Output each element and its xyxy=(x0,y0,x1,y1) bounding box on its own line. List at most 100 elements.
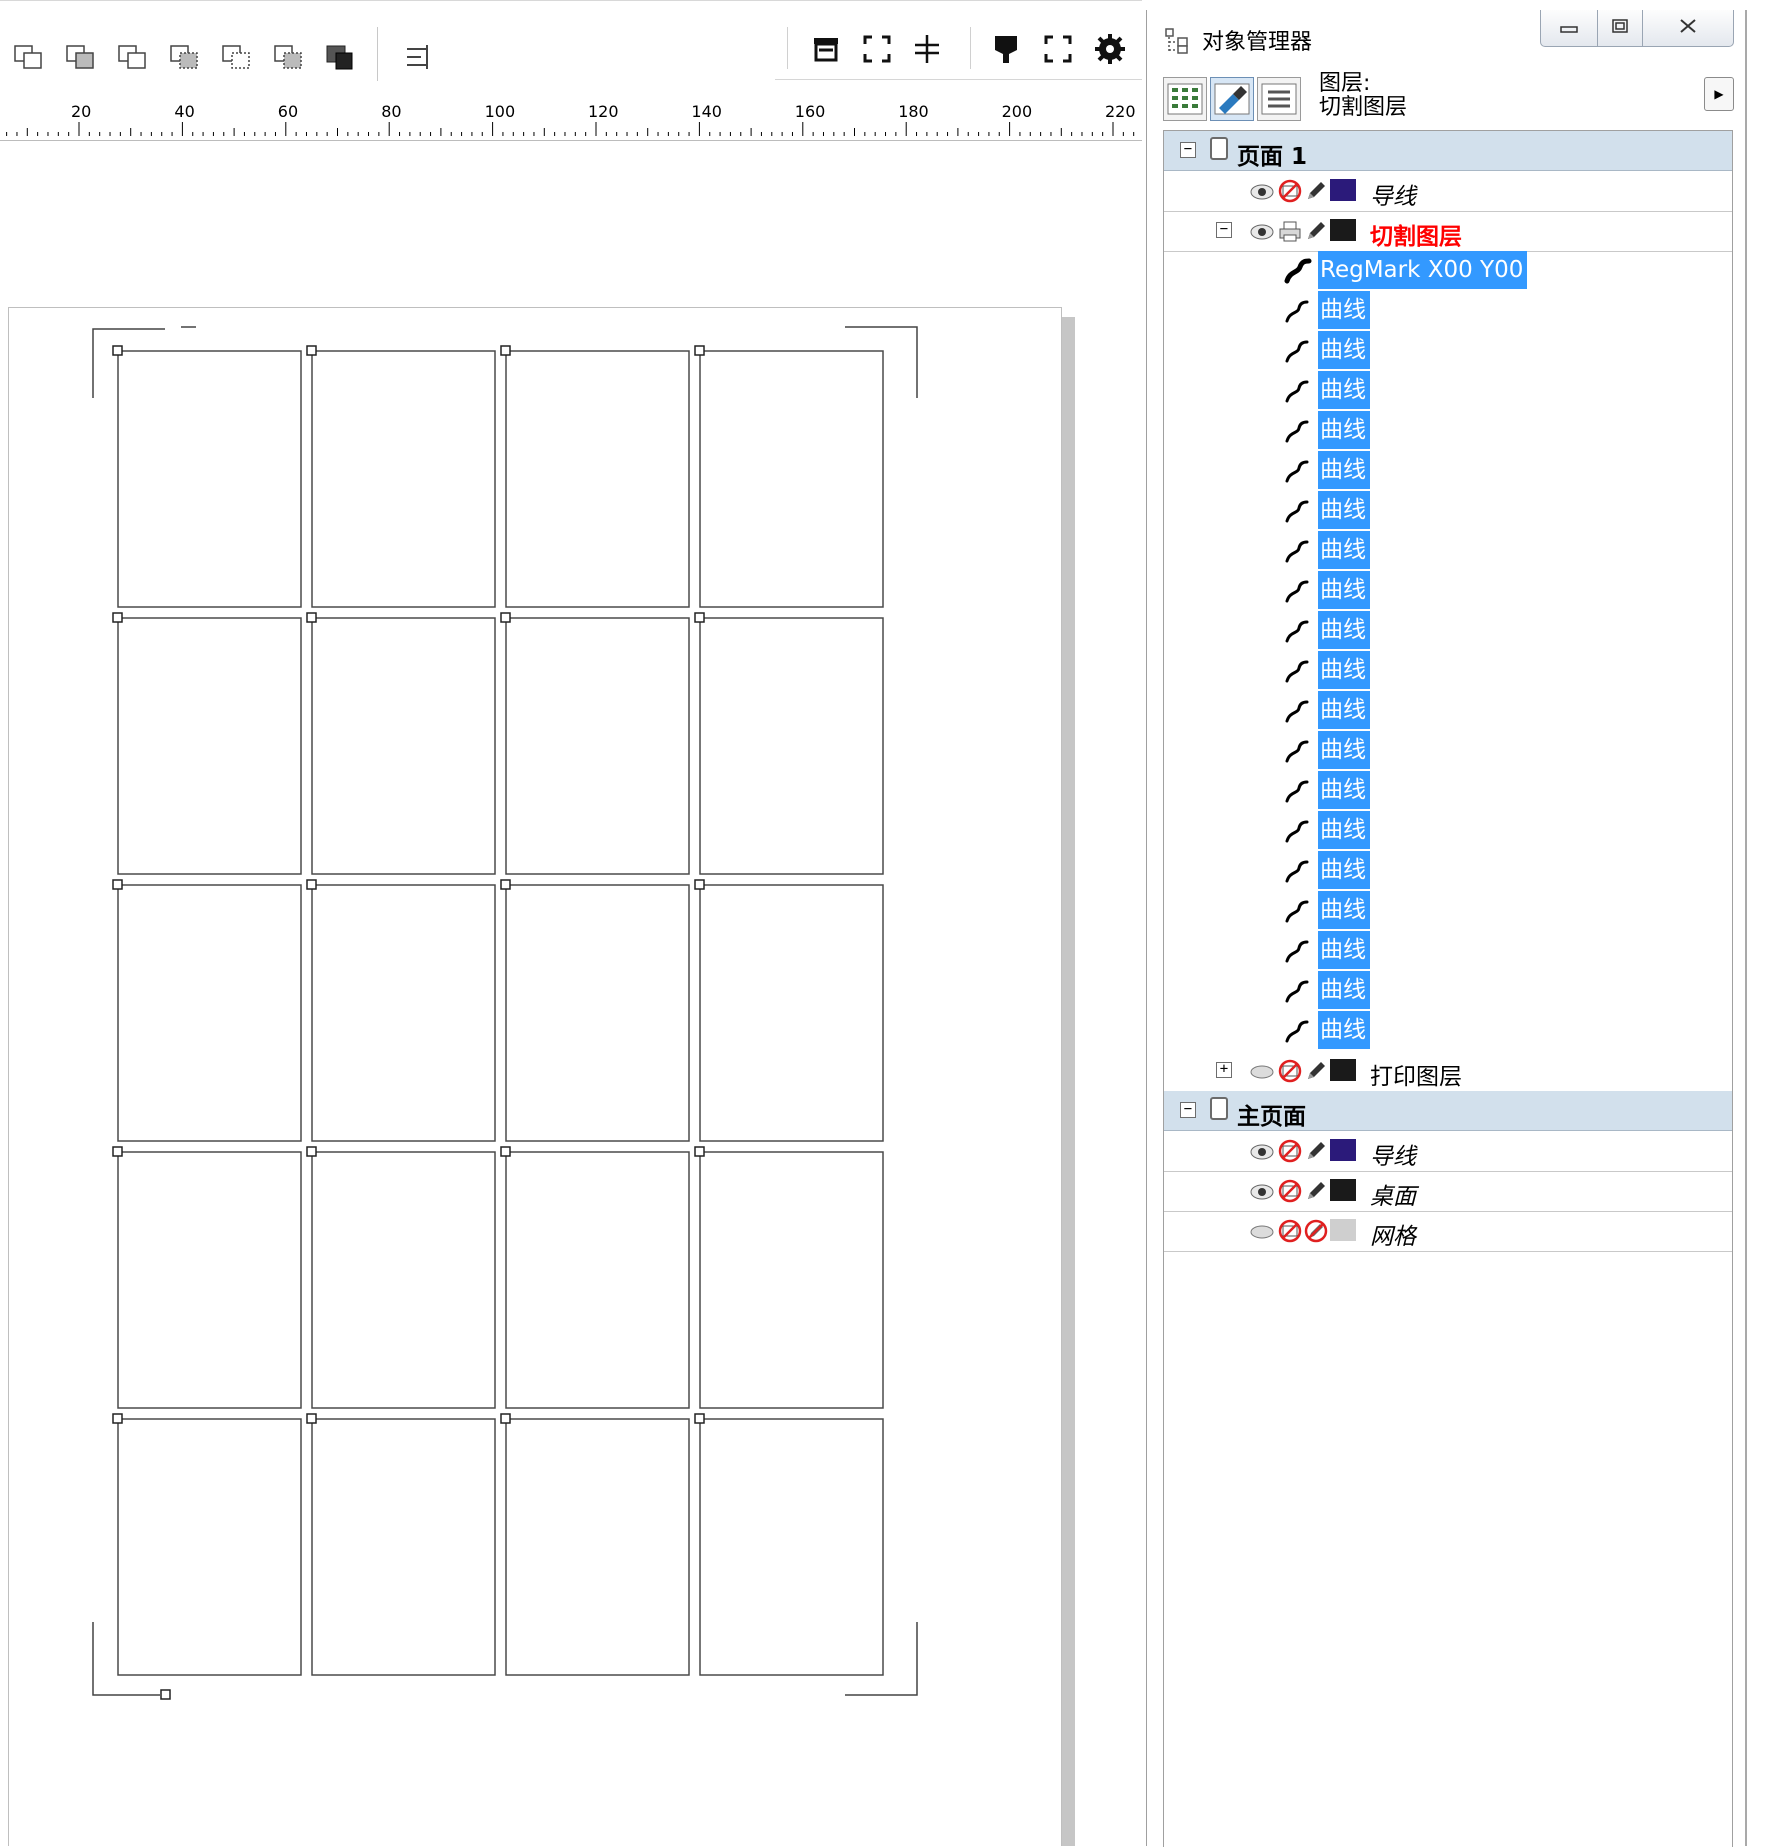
node-handle[interactable] xyxy=(306,612,317,623)
object-label[interactable]: 曲线 xyxy=(1318,451,1370,489)
page-row[interactable]: − 主页面 xyxy=(1164,1091,1732,1131)
object-label[interactable]: RegMark X00 Y00 xyxy=(1318,251,1528,289)
node-handle[interactable] xyxy=(500,1146,511,1157)
object-label[interactable]: 曲线 xyxy=(1318,531,1370,569)
object-label[interactable]: 曲线 xyxy=(1318,731,1370,769)
print-disabled-icon[interactable] xyxy=(1278,1139,1302,1167)
eye-closed-icon[interactable] xyxy=(1250,1063,1274,1085)
object-label[interactable]: 曲线 xyxy=(1318,291,1370,329)
object-label[interactable]: 曲线 xyxy=(1318,891,1370,929)
cut-cell[interactable] xyxy=(505,884,690,1142)
shaping-trim-icon[interactable] xyxy=(60,37,100,77)
registration-mark[interactable] xyxy=(845,1622,918,1696)
print-disabled-icon[interactable] xyxy=(1278,179,1302,207)
node-handle[interactable] xyxy=(500,612,511,623)
object-row[interactable]: 曲线 xyxy=(1164,571,1732,611)
cut-cell[interactable] xyxy=(699,1418,884,1676)
layer-row[interactable]: 导线 xyxy=(1164,1131,1732,1172)
object-row[interactable]: 曲线 xyxy=(1164,971,1732,1011)
align-distribute-icon[interactable] xyxy=(397,37,437,77)
expand-toggle[interactable]: − xyxy=(1216,222,1232,238)
eye-icon[interactable] xyxy=(1250,1183,1274,1205)
node-handle[interactable] xyxy=(694,1413,705,1424)
object-row[interactable]: 曲线 xyxy=(1164,691,1732,731)
node-handle[interactable] xyxy=(500,879,511,890)
cut-cell[interactable] xyxy=(505,1151,690,1409)
node-handle[interactable] xyxy=(112,345,123,356)
print-disabled-icon[interactable] xyxy=(1278,1179,1302,1207)
object-row[interactable]: 曲线 xyxy=(1164,451,1732,491)
pencil-icon[interactable] xyxy=(1304,219,1328,247)
cut-cell[interactable] xyxy=(117,1418,302,1676)
cut-cell[interactable] xyxy=(117,617,302,875)
object-row[interactable]: 曲线 xyxy=(1164,1011,1732,1051)
close-button[interactable] xyxy=(1642,10,1734,47)
pencil-icon[interactable] xyxy=(1304,1139,1328,1167)
layer-row[interactable]: 桌面 xyxy=(1164,1171,1732,1212)
cut-cell[interactable] xyxy=(505,350,690,608)
registration-mark[interactable] xyxy=(92,328,165,398)
layer-name[interactable]: 导线 xyxy=(1370,1137,1416,1171)
pencil-icon[interactable] xyxy=(1304,179,1328,207)
collapse-toggle[interactable]: − xyxy=(1180,142,1196,158)
object-row[interactable]: 曲线 xyxy=(1164,811,1732,851)
object-label[interactable]: 曲线 xyxy=(1318,771,1370,809)
layer-color-swatch[interactable] xyxy=(1330,1179,1356,1201)
eye-icon[interactable] xyxy=(1250,1143,1274,1165)
cut-cell[interactable] xyxy=(117,1151,302,1409)
horizontal-ruler[interactable]: 20 40 60 80 100 120 140 160 180 200 220 xyxy=(0,90,1142,141)
cut-cell[interactable] xyxy=(311,350,496,608)
object-row[interactable]: 曲线 xyxy=(1164,851,1732,891)
object-label[interactable]: 曲线 xyxy=(1318,611,1370,649)
layer-row[interactable]: − 切割图层 xyxy=(1164,211,1732,252)
node-handle[interactable] xyxy=(694,612,705,623)
plotter-icon[interactable] xyxy=(806,29,846,69)
shaping-front-minus-back-icon[interactable] xyxy=(216,37,256,77)
page-row[interactable]: − 页面 1 xyxy=(1164,131,1732,171)
cut-cell[interactable] xyxy=(311,1418,496,1676)
object-label[interactable]: 曲线 xyxy=(1318,931,1370,969)
drawing-canvas[interactable] xyxy=(0,141,1142,1846)
cut-cell[interactable] xyxy=(117,884,302,1142)
registration-mark[interactable] xyxy=(845,326,918,398)
restore-button[interactable] xyxy=(1597,10,1643,47)
object-label[interactable]: 曲线 xyxy=(1318,411,1370,449)
shaping-weld-icon[interactable] xyxy=(8,37,48,77)
node-handle[interactable] xyxy=(694,879,705,890)
object-row[interactable]: 曲线 xyxy=(1164,891,1732,931)
layer-manager-view-button[interactable] xyxy=(1257,77,1301,121)
printer-icon[interactable] xyxy=(1278,219,1302,247)
cut-cell[interactable] xyxy=(699,884,884,1142)
shaping-simplify-icon[interactable] xyxy=(164,37,204,77)
print-disabled-icon[interactable] xyxy=(1278,1219,1302,1247)
layer-row[interactable]: 导线 xyxy=(1164,171,1732,212)
collapse-toggle[interactable]: − xyxy=(1180,1102,1196,1118)
shaping-boundary-icon[interactable] xyxy=(320,37,360,77)
node-handle[interactable] xyxy=(306,1146,317,1157)
cut-cell[interactable] xyxy=(699,350,884,608)
layer-name[interactable]: 切割图层 xyxy=(1370,217,1462,251)
layer-name[interactable]: 打印图层 xyxy=(1370,1057,1462,1091)
pencil-icon[interactable] xyxy=(1304,1179,1328,1207)
object-tree[interactable]: − 页面 1 导线 − 切割图层 RegMark X00 Y00 曲线 曲线 曲线 曲线 曲线 曲线曲… xyxy=(1163,130,1733,1847)
object-label[interactable]: 曲线 xyxy=(1318,811,1370,849)
layer-name[interactable]: 网格 xyxy=(1370,1217,1416,1251)
cut-grid[interactable] xyxy=(0,141,1142,1846)
object-row[interactable]: 曲线 xyxy=(1164,331,1732,371)
object-row[interactable]: RegMark X00 Y00 xyxy=(1164,251,1732,291)
node-handle[interactable] xyxy=(112,1146,123,1157)
cut-cell[interactable] xyxy=(117,350,302,608)
layer-color-swatch[interactable] xyxy=(1330,179,1356,201)
object-label[interactable]: 曲线 xyxy=(1318,491,1370,529)
node-handle[interactable] xyxy=(694,345,705,356)
layer-name[interactable]: 导线 xyxy=(1370,177,1416,211)
eye-icon[interactable] xyxy=(1250,183,1274,205)
pencil-icon[interactable] xyxy=(1304,1059,1328,1087)
cut-cell[interactable] xyxy=(311,884,496,1142)
layer-row[interactable]: 网格 xyxy=(1164,1211,1732,1252)
object-row[interactable]: 曲线 xyxy=(1164,531,1732,571)
show-properties-button[interactable] xyxy=(1163,77,1207,121)
layer-color-swatch[interactable] xyxy=(1330,219,1356,241)
registration-mark[interactable] xyxy=(92,1622,160,1696)
layer-menu-flyout-button[interactable]: ▶ xyxy=(1704,77,1734,111)
